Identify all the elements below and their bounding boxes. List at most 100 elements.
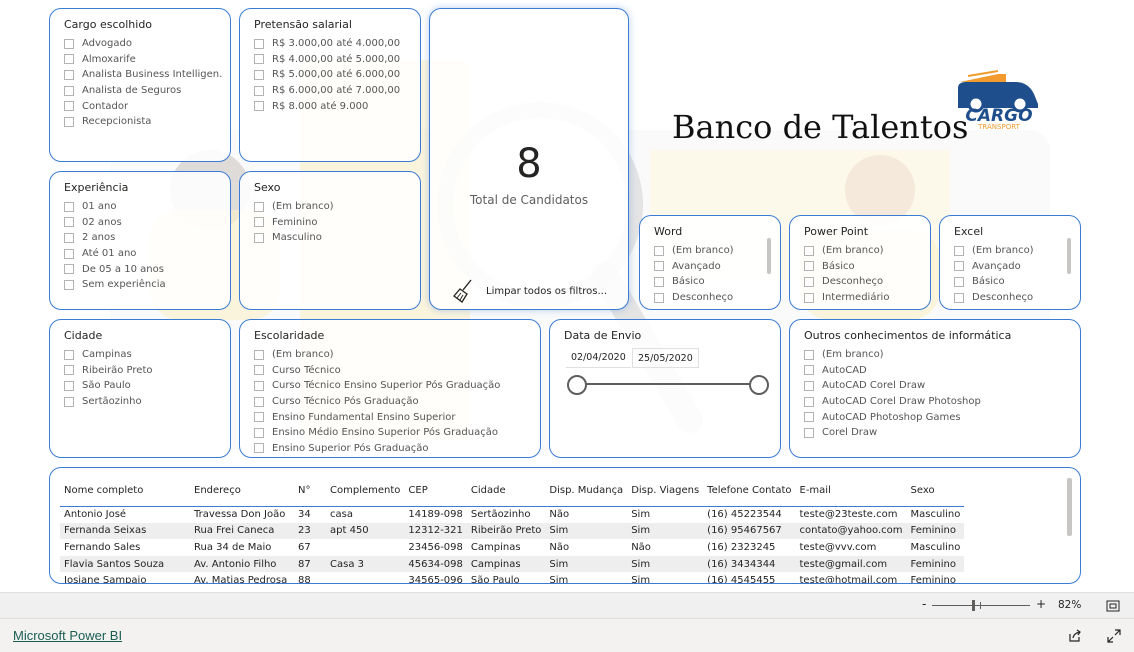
fit-to-page-icon[interactable] (1106, 600, 1120, 612)
column-header[interactable]: Complemento (326, 476, 405, 507)
slicer-option[interactable]: Ensino Superior Pós Graduação (254, 441, 532, 457)
slicer-option[interactable]: Até 01 ano (64, 246, 222, 262)
checkbox[interactable] (254, 443, 264, 454)
zoom-in-button[interactable]: + (1036, 597, 1046, 611)
checkbox[interactable] (64, 396, 74, 407)
zoom-slider-thumb[interactable] (972, 600, 976, 611)
slicer-option[interactable]: Desconheço (804, 274, 922, 290)
table-row[interactable]: Fernanda Seixas Rua Frei Caneca 23 apt 450 1… (60, 522, 965, 540)
clear-filters-button[interactable]: Limpar todos os filtros... (450, 277, 607, 305)
slicer-option[interactable]: (Em branco) (654, 243, 764, 259)
checkbox[interactable] (254, 427, 264, 438)
checkbox[interactable] (254, 365, 264, 376)
checkbox[interactable] (64, 248, 74, 259)
slicer-option[interactable]: (Em branco) (954, 243, 1064, 259)
table-row[interactable]: Antonio José Travessa Don João 34 casa 14189… (60, 506, 964, 523)
slicer-option[interactable]: AutoCAD Photoshop Games (804, 409, 1072, 425)
slicer-option[interactable]: Sem experiência (64, 277, 222, 293)
column-header[interactable]: Disp. Mudança (545, 476, 628, 507)
zoom-slider[interactable] (932, 600, 1030, 611)
checkbox[interactable] (654, 245, 664, 256)
column-header[interactable]: Nome completo (60, 476, 190, 507)
checkbox[interactable] (254, 201, 264, 212)
checkbox[interactable] (254, 54, 264, 65)
slicer-option[interactable]: Desconheço (954, 290, 1064, 306)
column-header[interactable]: CEP (404, 476, 467, 507)
checkbox[interactable] (64, 101, 74, 112)
slicer-option[interactable]: R$ 4.000,00 até 5.000,00 (254, 52, 412, 68)
column-header[interactable]: Cidade (466, 476, 546, 507)
checkbox[interactable] (64, 349, 74, 360)
checkbox[interactable] (64, 201, 74, 212)
slicer-option[interactable]: Almoxarife (64, 52, 222, 68)
slicer-option[interactable]: Analista Business Intelligen... (64, 67, 222, 83)
slicer-option[interactable]: (Em branco) (254, 347, 532, 363)
slicer-option[interactable]: Desconheço (654, 290, 764, 306)
slicer-option[interactable]: (Em branco) (804, 347, 1072, 363)
column-header[interactable]: Disp. Viagens (627, 476, 704, 507)
slicer-option[interactable]: Básico (804, 259, 922, 275)
slicer-option[interactable]: Intermediário (804, 290, 922, 306)
checkbox[interactable] (804, 245, 814, 256)
fullscreen-icon[interactable] (1107, 629, 1121, 643)
column-header[interactable]: E-mail (795, 476, 907, 507)
checkbox[interactable] (254, 85, 264, 96)
slicer-option[interactable]: Avançado (654, 259, 764, 275)
checkbox[interactable] (804, 380, 814, 391)
checkbox[interactable] (254, 349, 264, 360)
slicer-option[interactable]: R$ 5.000,00 até 6.000,00 (254, 67, 412, 83)
scrollbar[interactable] (1067, 238, 1071, 274)
slicer-option[interactable]: AutoCAD (804, 363, 1072, 379)
zoom-out-button[interactable]: - (922, 597, 926, 611)
checkbox[interactable] (654, 292, 664, 303)
slicer-option[interactable]: Sertãozinho (64, 394, 222, 410)
slicer-option[interactable]: 2 anos (64, 230, 222, 246)
checkbox[interactable] (64, 85, 74, 96)
checkbox[interactable] (804, 261, 814, 272)
checkbox[interactable] (254, 38, 264, 49)
checkbox[interactable] (954, 292, 964, 303)
start-date-handle[interactable] (567, 375, 587, 395)
slicer-option[interactable]: AutoCAD Corel Draw (804, 378, 1072, 394)
checkbox[interactable] (254, 217, 264, 228)
checkbox[interactable] (254, 412, 264, 423)
checkbox[interactable] (804, 427, 814, 438)
slicer-option[interactable]: Básico (954, 274, 1064, 290)
checkbox[interactable] (654, 261, 664, 272)
checkbox[interactable] (254, 380, 264, 391)
slicer-option[interactable]: Avançado (954, 259, 1064, 275)
checkbox[interactable] (254, 69, 264, 80)
slicer-option[interactable]: Corel Draw (804, 425, 1072, 441)
checkbox[interactable] (64, 54, 74, 65)
table-row[interactable]: Flavia Santos Souza Av. Antonio Filho 87 Ca… (60, 555, 965, 573)
slicer-option[interactable]: Feminino (254, 215, 412, 231)
checkbox[interactable] (64, 232, 74, 243)
slicer-option[interactable]: São Paulo (64, 378, 222, 394)
checkbox[interactable] (64, 380, 74, 391)
date-range-track[interactable] (576, 383, 760, 385)
slicer-option[interactable]: R$ 3.000,00 até 4.000,00 (254, 36, 412, 52)
column-header[interactable]: Endereço (190, 476, 294, 507)
checkbox[interactable] (954, 261, 964, 272)
start-date-input[interactable]: 02/04/2020 (566, 348, 631, 368)
slicer-option[interactable]: Curso Técnico (254, 363, 532, 379)
checkbox[interactable] (804, 276, 814, 287)
slicer-option[interactable]: 01 ano (64, 199, 222, 215)
checkbox[interactable] (254, 396, 264, 407)
slicer-option[interactable]: Curso Técnico Pós Graduação (254, 394, 532, 410)
end-date-input[interactable]: 25/05/2020 (632, 348, 699, 368)
slicer-option[interactable]: 02 anos (64, 215, 222, 231)
checkbox[interactable] (64, 38, 74, 49)
checkbox[interactable] (64, 217, 74, 228)
checkbox[interactable] (804, 365, 814, 376)
slicer-option[interactable]: Ribeirão Preto (64, 363, 222, 379)
column-header[interactable]: Telefone Contato (703, 476, 796, 507)
slicer-option[interactable]: (Em branco) (254, 199, 412, 215)
checkbox[interactable] (64, 365, 74, 376)
end-date-handle[interactable] (749, 375, 769, 395)
column-header[interactable]: Sexo (906, 476, 965, 507)
slicer-option[interactable]: Contador (64, 98, 222, 114)
checkbox[interactable] (254, 101, 264, 112)
table-row[interactable]: Fernando Sales Rua 34 de Maio 67 23456-098 C… (60, 539, 964, 556)
slicer-option[interactable]: Campinas (64, 347, 222, 363)
